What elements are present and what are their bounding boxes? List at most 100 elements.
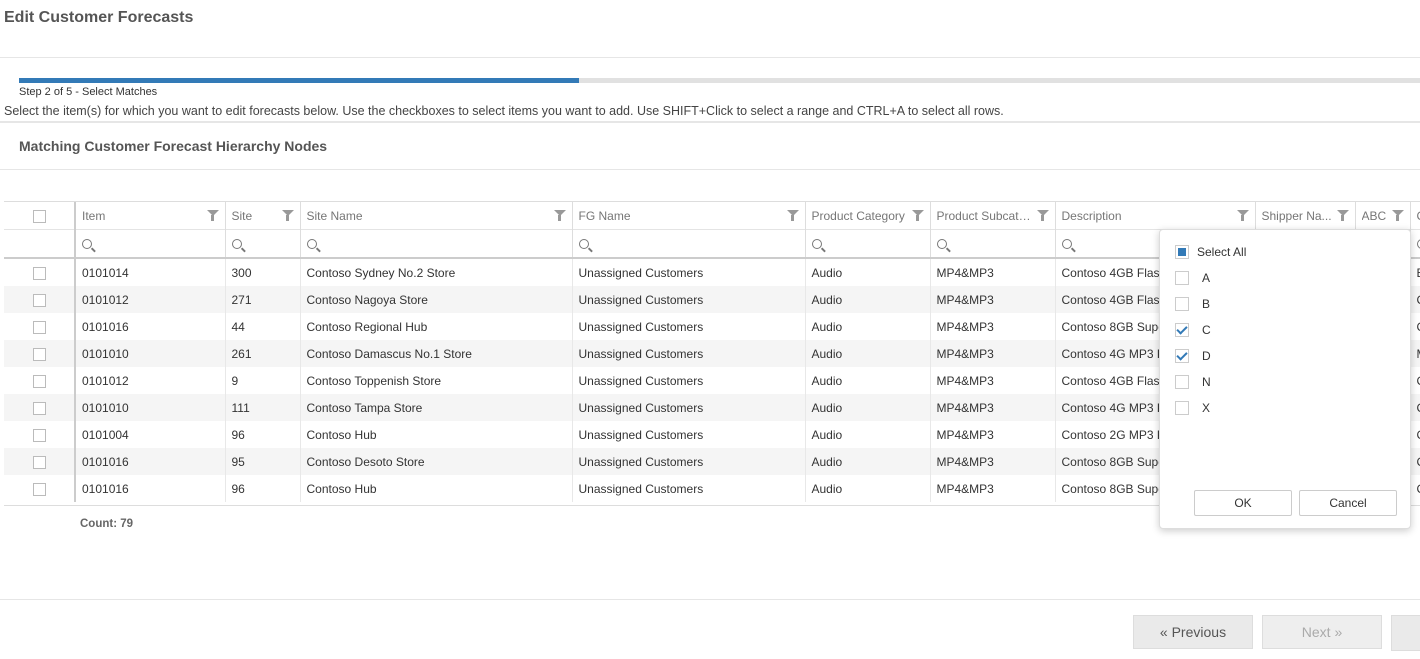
cell-site-name: Contoso Damascus No.1 Store xyxy=(300,340,573,367)
filter-cell-site[interactable] xyxy=(225,229,301,259)
filter-cell-item[interactable] xyxy=(75,229,226,259)
row-checkbox[interactable] xyxy=(32,293,46,307)
cell-product-category: Audio xyxy=(805,313,931,340)
funnel-icon[interactable] xyxy=(1336,210,1349,221)
search-icon xyxy=(82,239,92,250)
column-header-c[interactable]: C xyxy=(1410,202,1420,230)
cell-product-category: Audio xyxy=(805,448,931,475)
filter-option-b[interactable]: B xyxy=(1175,296,1210,312)
section-divider xyxy=(0,169,1420,170)
column-header-product-subcategory[interactable]: Product Subcate... xyxy=(930,202,1056,230)
column-header-product-category[interactable]: Product Category xyxy=(805,202,931,230)
filter-option-a[interactable]: A xyxy=(1175,270,1210,286)
cell-site-name: Contoso Desoto Store xyxy=(300,448,573,475)
checkmark-icon[interactable] xyxy=(1175,349,1189,363)
filter-option-label: A xyxy=(1202,271,1211,285)
cell-fg-name: Unassigned Customers xyxy=(572,286,806,313)
cell-product-subcategory: MP4&MP3 xyxy=(930,448,1056,475)
funnel-icon[interactable] xyxy=(786,210,799,221)
cell-product-subcategory: MP4&MP3 xyxy=(930,394,1056,421)
option-checkbox[interactable] xyxy=(1175,401,1189,415)
instructions-divider xyxy=(0,121,1420,123)
row-checkbox[interactable] xyxy=(32,320,46,334)
cell-product-category: Audio xyxy=(805,258,931,286)
cell-site-name: Contoso Nagoya Store xyxy=(300,286,573,313)
filter-cell-site-name[interactable] xyxy=(300,229,573,259)
filter-option-label: D xyxy=(1202,349,1211,363)
cell-item: 0101014 xyxy=(75,258,226,286)
select-all-rows-cell xyxy=(4,202,76,230)
column-header-site-name[interactable]: Site Name xyxy=(300,202,573,230)
row-checkbox[interactable] xyxy=(32,374,46,388)
row-select-cell xyxy=(4,475,76,502)
funnel-icon[interactable] xyxy=(1036,210,1049,221)
checkmark-icon[interactable] xyxy=(1175,323,1189,337)
cell-product-category: Audio xyxy=(805,286,931,313)
page-title: Edit Customer Forecasts xyxy=(4,9,194,26)
filter-option-x[interactable]: X xyxy=(1175,400,1210,416)
funnel-icon[interactable] xyxy=(281,210,294,221)
search-icon xyxy=(578,239,589,250)
cell-c: C xyxy=(1410,421,1420,448)
cell-site: 96 xyxy=(225,421,301,448)
filter-cell-c[interactable] xyxy=(1410,229,1420,259)
cell-site: 271 xyxy=(225,286,301,313)
row-select-cell xyxy=(4,258,76,286)
section-title: Matching Customer Forecast Hierarchy Nod… xyxy=(19,138,328,154)
row-select-cell xyxy=(4,448,76,475)
cell-item: 0101012 xyxy=(75,367,226,394)
filter-cell-product-category[interactable] xyxy=(805,229,931,259)
search-icon xyxy=(936,239,947,250)
row-select-cell xyxy=(4,421,76,448)
previous-button[interactable]: « Previous xyxy=(1133,615,1253,649)
filter-option-c[interactable]: C xyxy=(1175,322,1211,338)
filter-option-label: C xyxy=(1202,323,1211,337)
row-checkbox[interactable] xyxy=(32,266,46,280)
select-all-checkbox[interactable] xyxy=(1175,245,1189,259)
filter-option-d[interactable]: D xyxy=(1175,348,1211,364)
cell-product-subcategory: MP4&MP3 xyxy=(930,367,1056,394)
filter-cell-empty xyxy=(4,229,76,259)
option-checkbox[interactable] xyxy=(1175,375,1189,389)
funnel-icon[interactable] xyxy=(1391,210,1404,221)
funnel-icon[interactable] xyxy=(911,210,924,221)
cell-site-name: Contoso Hub xyxy=(300,475,573,502)
row-select-cell xyxy=(4,286,76,313)
cell-fg-name: Unassigned Customers xyxy=(572,313,806,340)
cell-product-category: Audio xyxy=(805,421,931,448)
cell-item: 0101016 xyxy=(75,475,226,502)
column-header-shipper-name[interactable]: Shipper Na... xyxy=(1255,202,1356,230)
row-checkbox[interactable] xyxy=(32,428,46,442)
row-checkbox[interactable] xyxy=(32,455,46,469)
cell-fg-name: Unassigned Customers xyxy=(572,340,806,367)
filter-cell-product-subcategory[interactable] xyxy=(930,229,1056,259)
filter-option-n[interactable]: N xyxy=(1175,374,1211,390)
row-checkbox[interactable] xyxy=(32,482,46,496)
option-checkbox[interactable] xyxy=(1175,271,1189,285)
column-header-site[interactable]: Site xyxy=(225,202,301,230)
column-header-item[interactable]: Item xyxy=(75,202,226,230)
row-checkbox[interactable] xyxy=(32,401,46,415)
cell-site: 95 xyxy=(225,448,301,475)
row-select-cell xyxy=(4,340,76,367)
funnel-icon[interactable] xyxy=(206,210,219,221)
ok-button[interactable]: OK xyxy=(1194,490,1292,516)
instructions-text: Select the item(s) for which you want to… xyxy=(4,104,1004,118)
funnel-icon[interactable] xyxy=(1236,210,1249,221)
footer-divider xyxy=(0,599,1420,600)
column-header-description[interactable]: Description xyxy=(1055,202,1256,230)
next-button[interactable]: Next » xyxy=(1262,615,1382,649)
row-checkbox[interactable] xyxy=(32,347,46,361)
filter-cell-fg-name[interactable] xyxy=(572,229,806,259)
filter-option-select-all[interactable]: Select All xyxy=(1175,244,1246,260)
option-checkbox[interactable] xyxy=(1175,297,1189,311)
wizard-step-label: Step 2 of 5 - Select Matches xyxy=(19,86,158,98)
cell-product-category: Audio xyxy=(805,475,931,502)
funnel-icon[interactable] xyxy=(553,210,566,221)
column-header-abc[interactable]: ABC xyxy=(1355,202,1411,230)
cell-c: C xyxy=(1410,448,1420,475)
finish-button-partial[interactable] xyxy=(1391,615,1420,651)
column-header-fg-name[interactable]: FG Name xyxy=(572,202,806,230)
cancel-button[interactable]: Cancel xyxy=(1299,490,1397,516)
select-all-rows-checkbox[interactable] xyxy=(32,209,46,223)
